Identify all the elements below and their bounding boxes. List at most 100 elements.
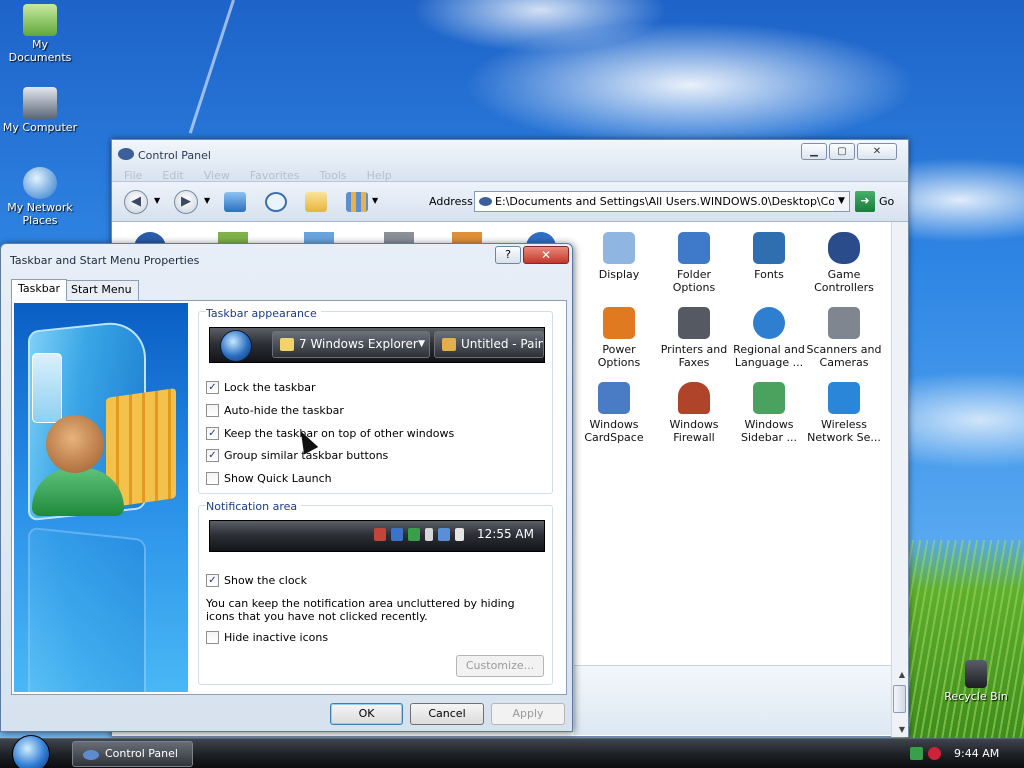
cp-item-label: Wireless Network Se... (807, 418, 881, 444)
security-icon (408, 527, 421, 541)
vertical-scrollbar[interactable]: ▲ ▼ (891, 222, 908, 737)
menu-file[interactable]: File (124, 169, 142, 182)
taskbar-properties-dialog[interactable]: Taskbar and Start Menu Properties ? ✕ Ta… (0, 243, 573, 732)
firewall-icon (678, 382, 710, 414)
taskbar-item-control-panel[interactable]: Control Panel (72, 741, 193, 767)
desktop-icon-my-documents[interactable]: My Documents (0, 4, 80, 64)
checkbox-unchecked-icon[interactable] (206, 472, 219, 485)
close-button[interactable]: ✕ (857, 143, 897, 160)
cancel-button[interactable]: Cancel (410, 703, 484, 725)
menu-edit[interactable]: Edit (162, 169, 183, 182)
scroll-down-icon[interactable]: ▼ (899, 725, 905, 734)
start-button[interactable] (12, 735, 50, 768)
views-dropdown-icon[interactable]: ▼ (372, 196, 378, 205)
views-icon[interactable] (346, 192, 368, 212)
go-button[interactable]: Go (879, 195, 894, 208)
address-dropdown-icon[interactable]: ▼ (834, 192, 849, 211)
address-input[interactable]: E:\Documents and Settings\All Users.WIND… (474, 191, 850, 212)
desktop-icon-my-network-places[interactable]: My Network Places (0, 167, 80, 227)
apply-button[interactable]: Apply (491, 703, 565, 725)
desktop-icon-label: My Computer (2, 121, 78, 134)
power-options-icon (603, 307, 635, 339)
preview-explorer-button: 7 Windows Explorer ▼ (272, 331, 430, 358)
up-folder-icon[interactable] (224, 192, 246, 212)
cp-item-label: Folder Options (672, 268, 716, 294)
checkbox-checked-icon[interactable]: ✓ (206, 381, 219, 394)
ok-button[interactable]: OK (330, 703, 403, 725)
lock-taskbar-checkbox[interactable]: ✓ Lock the taskbar (206, 381, 316, 394)
details-pane (574, 665, 892, 735)
back-button[interactable]: ◀ (124, 190, 148, 214)
tab-taskbar[interactable]: Taskbar (11, 279, 67, 301)
cp-item-label: Windows Sidebar ... (740, 418, 798, 444)
menu-view[interactable]: View (204, 169, 230, 182)
wireless-icon (828, 382, 860, 414)
group-buttons-checkbox[interactable]: ✓ Group similar taskbar buttons (206, 449, 388, 462)
cp-item-scanners-cameras[interactable]: Scanners and Cameras (805, 307, 883, 369)
menu-favorites[interactable]: Favorites (250, 169, 300, 182)
minimize-button[interactable]: ▁ (801, 143, 827, 160)
network-globe-icon (23, 167, 57, 199)
desktop-icon-recycle-bin[interactable]: Recycle Bin (936, 660, 1016, 703)
scroll-thumb[interactable] (893, 685, 906, 713)
my-documents-icon (23, 4, 57, 36)
quick-launch-checkbox[interactable]: Show Quick Launch (206, 472, 332, 485)
back-dropdown-icon[interactable]: ▼ (154, 196, 160, 205)
search-icon[interactable] (265, 192, 287, 212)
cp-item-wireless-network[interactable]: Wireless Network Se... (805, 382, 883, 444)
cp-item-label: Scanners and Cameras (806, 343, 882, 369)
cp-item-label: Regional and Language ... (733, 343, 805, 369)
grass-wallpaper (905, 540, 1024, 740)
cp-item-windows-firewall[interactable]: Windows Firewall (655, 382, 733, 444)
start-orb-icon (220, 330, 252, 362)
checkbox-unchecked-icon[interactable] (206, 631, 219, 644)
sidebar-icon (753, 382, 785, 414)
cardspace-icon (598, 382, 630, 414)
cp-item-windows-sidebar[interactable]: Windows Sidebar ... (730, 382, 808, 444)
cp-item-power-options[interactable]: Power Options (580, 307, 658, 369)
folders-icon[interactable] (305, 192, 327, 212)
menu-help[interactable]: Help (367, 169, 392, 182)
cp-item-folder-options[interactable]: Folder Options (655, 232, 733, 294)
hide-inactive-checkbox[interactable]: Hide inactive icons (206, 631, 328, 644)
tray-preview: 12:55 AM (374, 527, 534, 541)
cp-item-regional-language[interactable]: Regional and Language ... (730, 307, 808, 369)
scanner-icon (828, 307, 860, 339)
cp-item-fonts[interactable]: Fonts (730, 232, 808, 281)
menu-tools[interactable]: Tools (320, 169, 347, 182)
customize-button[interactable]: Customize... (456, 655, 544, 677)
taskbar-preview: 7 Windows Explorer ▼ Untitled - Paint (209, 327, 545, 363)
cp-item-display[interactable]: Display (580, 232, 658, 281)
dialog-close-button[interactable]: ✕ (523, 246, 569, 264)
tab-start-menu[interactable]: Start Menu (64, 280, 139, 300)
checkbox-checked-icon[interactable]: ✓ (206, 427, 219, 440)
control-panel-titlebar[interactable]: Control Panel ▁ ▢ ✕ File Edit View Favor… (112, 140, 908, 182)
forward-button[interactable]: ▶ (174, 190, 198, 214)
scroll-up-icon[interactable]: ▲ (899, 670, 905, 679)
cp-item-printers-and-faxes[interactable]: Printers and Faxes (655, 307, 733, 369)
game-controller-icon (828, 232, 860, 264)
cp-item-cardspace[interactable]: Windows CardSpace (575, 382, 653, 444)
go-arrow-icon[interactable]: ➜ (855, 191, 875, 212)
checkbox-checked-icon[interactable]: ✓ (206, 449, 219, 462)
display-icon (603, 232, 635, 264)
app-tray-icon[interactable] (928, 747, 941, 760)
fonts-icon (753, 232, 785, 264)
cp-item-game-controllers[interactable]: Game Controllers (805, 232, 883, 294)
desktop-icon-my-computer[interactable]: My Computer (0, 87, 80, 134)
maximize-button[interactable]: ▢ (829, 143, 855, 160)
cp-item-label: Windows CardSpace (584, 418, 644, 444)
cp-item-label: Windows Firewall (669, 418, 719, 444)
security-tray-icon[interactable] (910, 747, 923, 760)
sky-contrail (188, 0, 235, 134)
checkbox-unchecked-icon[interactable] (206, 404, 219, 417)
taskbar-clock[interactable]: 9:44 AM (954, 747, 999, 760)
keep-on-top-checkbox[interactable]: ✓ Keep the taskbar on top of other windo… (206, 427, 454, 440)
forward-dropdown-icon[interactable]: ▼ (204, 196, 210, 205)
battery-icon (425, 527, 434, 541)
checkbox-checked-icon[interactable]: ✓ (206, 574, 219, 587)
help-button[interactable]: ? (495, 246, 521, 264)
notification-preview: 12:55 AM (209, 520, 545, 552)
show-clock-checkbox[interactable]: ✓ Show the clock (206, 574, 307, 587)
auto-hide-checkbox[interactable]: Auto-hide the taskbar (206, 404, 344, 417)
